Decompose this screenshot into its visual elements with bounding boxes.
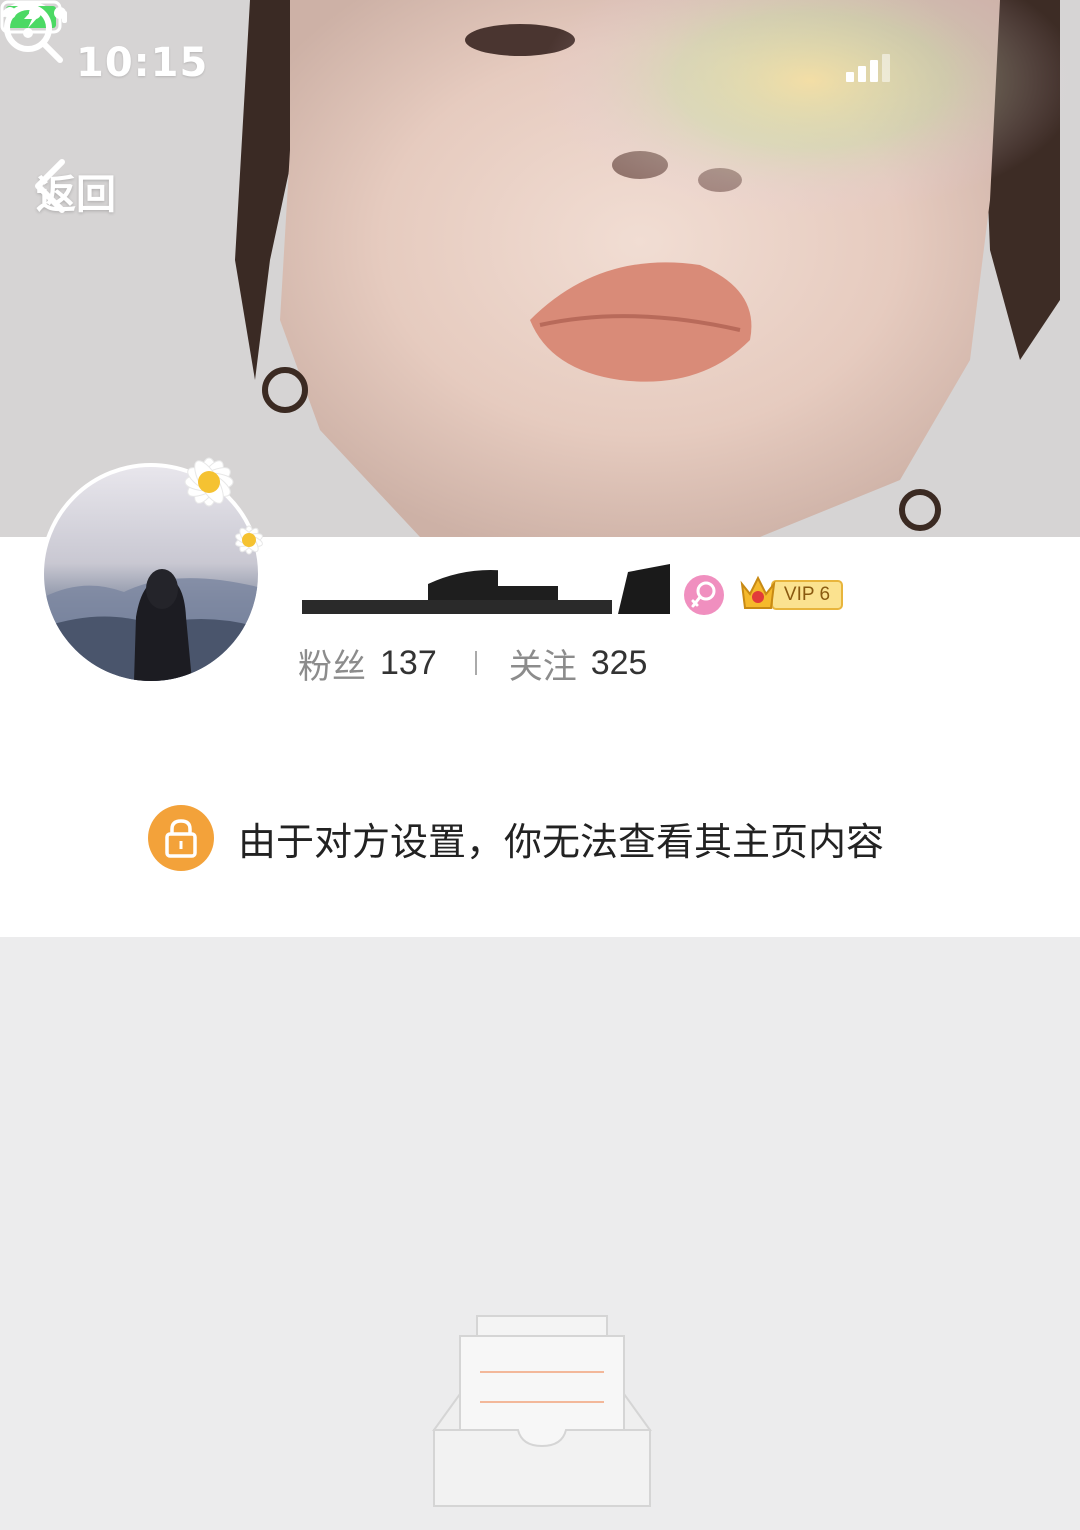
cover-photo[interactable]: 10:15 返回 — [0, 0, 1080, 537]
more-icon[interactable] — [0, 0, 70, 26]
vip-label: VIP 6 — [783, 584, 831, 605]
username — [298, 560, 670, 618]
stats-divider — [474, 651, 477, 675]
follow-stats: 粉丝 137 关注 325 — [298, 638, 647, 688]
status-time: 10:15 — [76, 40, 209, 86]
chevron-left-icon — [35, 159, 65, 213]
lock-icon — [148, 805, 214, 871]
daisy-decoration-icon — [184, 457, 234, 507]
fans-label[interactable]: 粉丝 — [298, 639, 366, 688]
following-label[interactable]: 关注 — [509, 639, 577, 688]
back-button[interactable]: 返回 — [30, 156, 116, 226]
following-count[interactable]: 325 — [591, 644, 648, 683]
female-icon — [684, 575, 724, 615]
cellular-signal-icon — [846, 52, 890, 82]
empty-box-icon — [432, 1315, 652, 1507]
privacy-message: 由于对方设置，你无法查看其主页内容 — [238, 819, 885, 864]
redacted-username-scribble — [298, 564, 670, 614]
vip-badge[interactable]: VIP 6 — [738, 570, 844, 616]
small-daisy-decoration-icon — [235, 525, 263, 555]
avatar-container[interactable] — [40, 457, 263, 685]
fans-count[interactable]: 137 — [380, 644, 437, 683]
privacy-notice: 由于对方设置，你无法查看其主页内容 — [148, 804, 884, 872]
